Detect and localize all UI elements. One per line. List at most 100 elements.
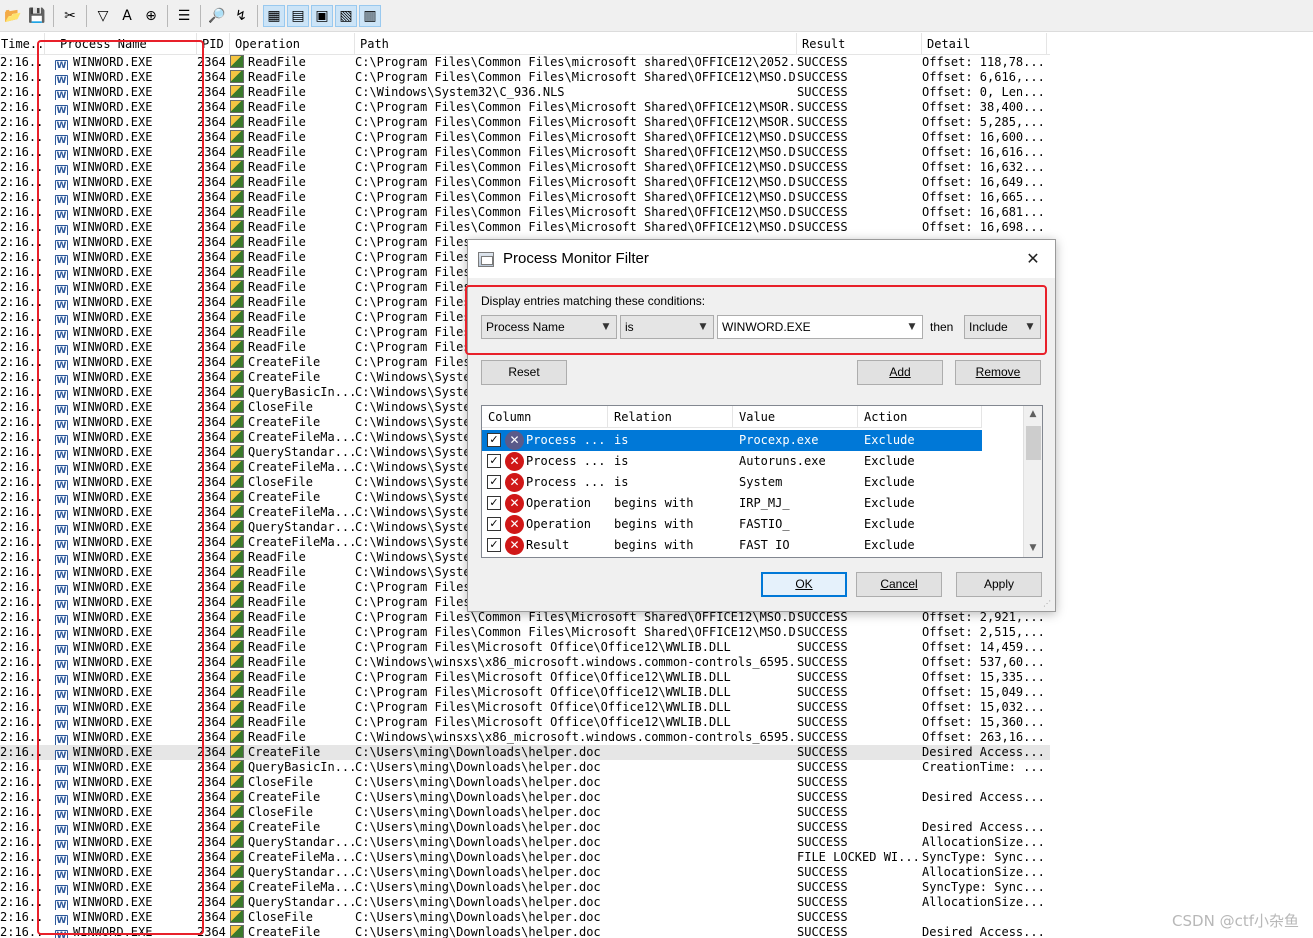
filter-rule-row[interactable]: ✓ ✕ Result begins with FAST IO Exclude xyxy=(482,535,982,556)
cell-path: C:\Program Files\Common Files\Microsoft … xyxy=(355,190,796,205)
close-icon[interactable]: ✕ xyxy=(1023,249,1043,269)
word-process-icon: W xyxy=(55,720,68,730)
process-icon[interactable]: ▧ xyxy=(335,4,357,27)
table-row[interactable]: 2:16... W WINWORD.EXE 2364 ReadFile C:\Progra… xyxy=(0,145,1050,160)
ok-button[interactable]: OK xyxy=(761,572,847,597)
table-row[interactable]: 2:16... W WINWORD.EXE 2364 CreateFile C:\User… xyxy=(0,790,1050,805)
table-row[interactable]: 2:16... W WINWORD.EXE 2364 ReadFile C:\Progra… xyxy=(0,715,1050,730)
table-row[interactable]: 2:16... W WINWORD.EXE 2364 ReadFile C:\Progra… xyxy=(0,610,1050,625)
table-row[interactable]: 2:16... W WINWORD.EXE 2364 QueryStandar...C:… xyxy=(0,835,1050,850)
table-row[interactable]: 2:16... W WINWORD.EXE 2364 ReadFile C:\Progra… xyxy=(0,130,1050,145)
profiling-icon[interactable]: ▥ xyxy=(359,4,381,27)
filter-rule-row[interactable]: ✓ ✕ Process ... is Procexp.exe Exclude xyxy=(482,430,982,451)
table-row[interactable]: 2:16... W WINWORD.EXE 2364 QueryStandar...C:… xyxy=(0,895,1050,910)
filter-rule-row[interactable]: ✓ ✕ Process ... is Autoruns.exe Exclude xyxy=(482,451,982,472)
column-header-result[interactable]: Result xyxy=(797,33,922,55)
dialog-title-bar[interactable]: Process Monitor Filter ✕ xyxy=(468,240,1055,278)
relation-select[interactable]: is ▼ xyxy=(620,315,714,339)
scroll-thumb[interactable] xyxy=(1026,426,1041,460)
filter-icon[interactable]: ▽ xyxy=(92,5,114,27)
table-row[interactable]: 2:16... W WINWORD.EXE 2364 ReadFile C:\Progra… xyxy=(0,175,1050,190)
highlight-icon[interactable]: A xyxy=(116,5,138,27)
table-row[interactable]: 2:16... W WINWORD.EXE 2364 ReadFile C:\Window… xyxy=(0,85,1050,100)
table-row[interactable]: 2:16... W WINWORD.EXE 2364 ReadFile C:\Progra… xyxy=(0,70,1050,85)
table-row[interactable]: 2:16... W WINWORD.EXE 2364 ReadFile C:\Progra… xyxy=(0,220,1050,235)
table-row[interactable]: 2:16... W WINWORD.EXE 2364 CloseFile C:\Users… xyxy=(0,775,1050,790)
scroll-up-icon[interactable]: ▲ xyxy=(1024,406,1042,423)
filter-rule-row[interactable]: ✓ ✕ Operation begins with FASTIO_ Exclude xyxy=(482,514,982,535)
reset-button[interactable]: Reset xyxy=(481,360,567,385)
table-row[interactable]: 2:16... W WINWORD.EXE 2364 CloseFile C:\Users… xyxy=(0,805,1050,820)
properties-icon[interactable]: ☰ xyxy=(173,5,195,27)
resize-grip-icon[interactable]: ⋰ xyxy=(1043,599,1053,609)
cell-op: CreateFileMa... xyxy=(230,535,354,550)
table-row[interactable]: 2:16... W WINWORD.EXE 2364 CreateFileMa...C:… xyxy=(0,880,1050,895)
cell-pid-text: 2364 xyxy=(197,295,226,309)
filter-rule-row[interactable]: ✓ ✕ Operation begins with IRP_MJ_ Exclude xyxy=(482,493,982,514)
filter-rule-row[interactable]: ✓ ✕ Process ... is System Exclude xyxy=(482,472,982,493)
rule-enabled-checkbox[interactable]: ✓ xyxy=(487,433,501,447)
value-combo-input[interactable]: WINWORD.EXE ▼ xyxy=(717,315,923,339)
column-header-detail[interactable]: Detail xyxy=(922,33,1047,55)
save-icon[interactable]: 💾 xyxy=(26,5,48,27)
table-row[interactable]: 2:16... W WINWORD.EXE 2364 ReadFile C:\Progra… xyxy=(0,205,1050,220)
network-icon[interactable]: ▣ xyxy=(311,4,333,27)
table-row[interactable]: 2:16... W WINWORD.EXE 2364 QueryBasicIn...C:… xyxy=(0,760,1050,775)
add-button[interactable]: Add xyxy=(857,360,943,385)
column-select[interactable]: Process Name ▼ xyxy=(481,315,617,339)
table-row[interactable]: 2:16... W WINWORD.EXE 2364 ReadFile C:\Progra… xyxy=(0,55,1050,70)
clear-icon[interactable]: ✂ xyxy=(59,5,81,27)
column-header-pid[interactable]: PID xyxy=(197,33,230,55)
remove-button[interactable]: Remove xyxy=(955,360,1041,385)
cell-result: SUCCESS xyxy=(797,685,919,700)
cell-op-text: ReadFile xyxy=(248,190,306,204)
rule-enabled-checkbox[interactable]: ✓ xyxy=(487,538,501,552)
table-row[interactable]: 2:16... W WINWORD.EXE 2364 ReadFile C:\Progra… xyxy=(0,190,1050,205)
cell-time: 2:16... xyxy=(0,910,45,925)
cell-process: W WINWORD.EXE xyxy=(55,580,195,595)
crosshair-icon[interactable]: ⊕ xyxy=(140,5,162,27)
column-header-operation[interactable]: Operation xyxy=(230,33,355,55)
table-row[interactable]: 2:16... W WINWORD.EXE 2364 ReadFile C:\Progra… xyxy=(0,100,1050,115)
table-row[interactable]: 2:16... W WINWORD.EXE 2364 ReadFile C:\Progra… xyxy=(0,700,1050,715)
cell-process-text: WINWORD.EXE xyxy=(73,640,153,654)
find-icon[interactable]: 🔎 xyxy=(206,5,228,27)
cell-op-text: CreateFile xyxy=(248,355,321,369)
rules-header-relation[interactable]: Relation xyxy=(608,406,733,428)
table-row[interactable]: 2:16... W WINWORD.EXE 2364 ReadFile C:\Progra… xyxy=(0,160,1050,175)
apply-button[interactable]: Apply xyxy=(956,572,1042,597)
rules-header-value[interactable]: Value xyxy=(733,406,858,428)
rules-header-column[interactable]: Column xyxy=(482,406,608,428)
column-header-process-name[interactable]: Process Name xyxy=(45,33,197,55)
column-header-path[interactable]: Path xyxy=(355,33,797,55)
filesystem-icon[interactable]: ▤ xyxy=(287,4,309,27)
table-row[interactable]: 2:16... W WINWORD.EXE 2364 ReadFile C:\Window… xyxy=(0,730,1050,745)
rule-enabled-checkbox[interactable]: ✓ xyxy=(487,475,501,489)
table-row[interactable]: 2:16... W WINWORD.EXE 2364 ReadFile C:\Window… xyxy=(0,655,1050,670)
action-select[interactable]: Include ▼ xyxy=(964,315,1041,339)
rule-enabled-checkbox[interactable]: ✓ xyxy=(487,517,501,531)
table-row[interactable]: 2:16... W WINWORD.EXE 2364 CreateFile C:\User… xyxy=(0,820,1050,835)
registry-icon[interactable]: ▦ xyxy=(263,4,285,27)
scroll-down-icon[interactable]: ▼ xyxy=(1024,540,1042,557)
rules-scrollbar[interactable]: ▲ ▼ xyxy=(1023,406,1042,557)
table-row[interactable]: 2:16... W WINWORD.EXE 2364 CreateFileMa...C:… xyxy=(0,850,1050,865)
column-header-time[interactable]: Time... xyxy=(0,33,45,55)
table-row[interactable]: 2:16... W WINWORD.EXE 2364 CloseFile C:\Users… xyxy=(0,910,1050,925)
rules-header-action[interactable]: Action xyxy=(858,406,982,428)
table-row[interactable]: 2:16... W WINWORD.EXE 2364 QueryStandar...C:… xyxy=(0,865,1050,880)
cell-detail-text: Offset: 6,616,... xyxy=(922,70,1044,84)
table-row[interactable]: 2:16... W WINWORD.EXE 2364 ReadFile C:\Progra… xyxy=(0,115,1050,130)
open-icon[interactable]: 📂 xyxy=(2,5,24,27)
rule-enabled-checkbox[interactable]: ✓ xyxy=(487,454,501,468)
rule-enabled-checkbox[interactable]: ✓ xyxy=(487,496,501,510)
table-row[interactable]: 2:16... W WINWORD.EXE 2364 ReadFile C:\Progra… xyxy=(0,670,1050,685)
cancel-button[interactable]: Cancel xyxy=(856,572,942,597)
table-row[interactable]: 2:16... W WINWORD.EXE 2364 CreateFile C:\User… xyxy=(0,745,1050,760)
table-row[interactable]: 2:16... W WINWORD.EXE 2364 ReadFile C:\Progra… xyxy=(0,625,1050,640)
table-row[interactable]: 2:16... W WINWORD.EXE 2364 CreateFile C:\User… xyxy=(0,925,1050,938)
table-row[interactable]: 2:16... W WINWORD.EXE 2364 ReadFile C:\Progra… xyxy=(0,640,1050,655)
cell-time: 2:16... xyxy=(0,505,45,520)
table-row[interactable]: 2:16... W WINWORD.EXE 2364 ReadFile C:\Progra… xyxy=(0,685,1050,700)
jump-icon[interactable]: ↯ xyxy=(230,5,252,27)
